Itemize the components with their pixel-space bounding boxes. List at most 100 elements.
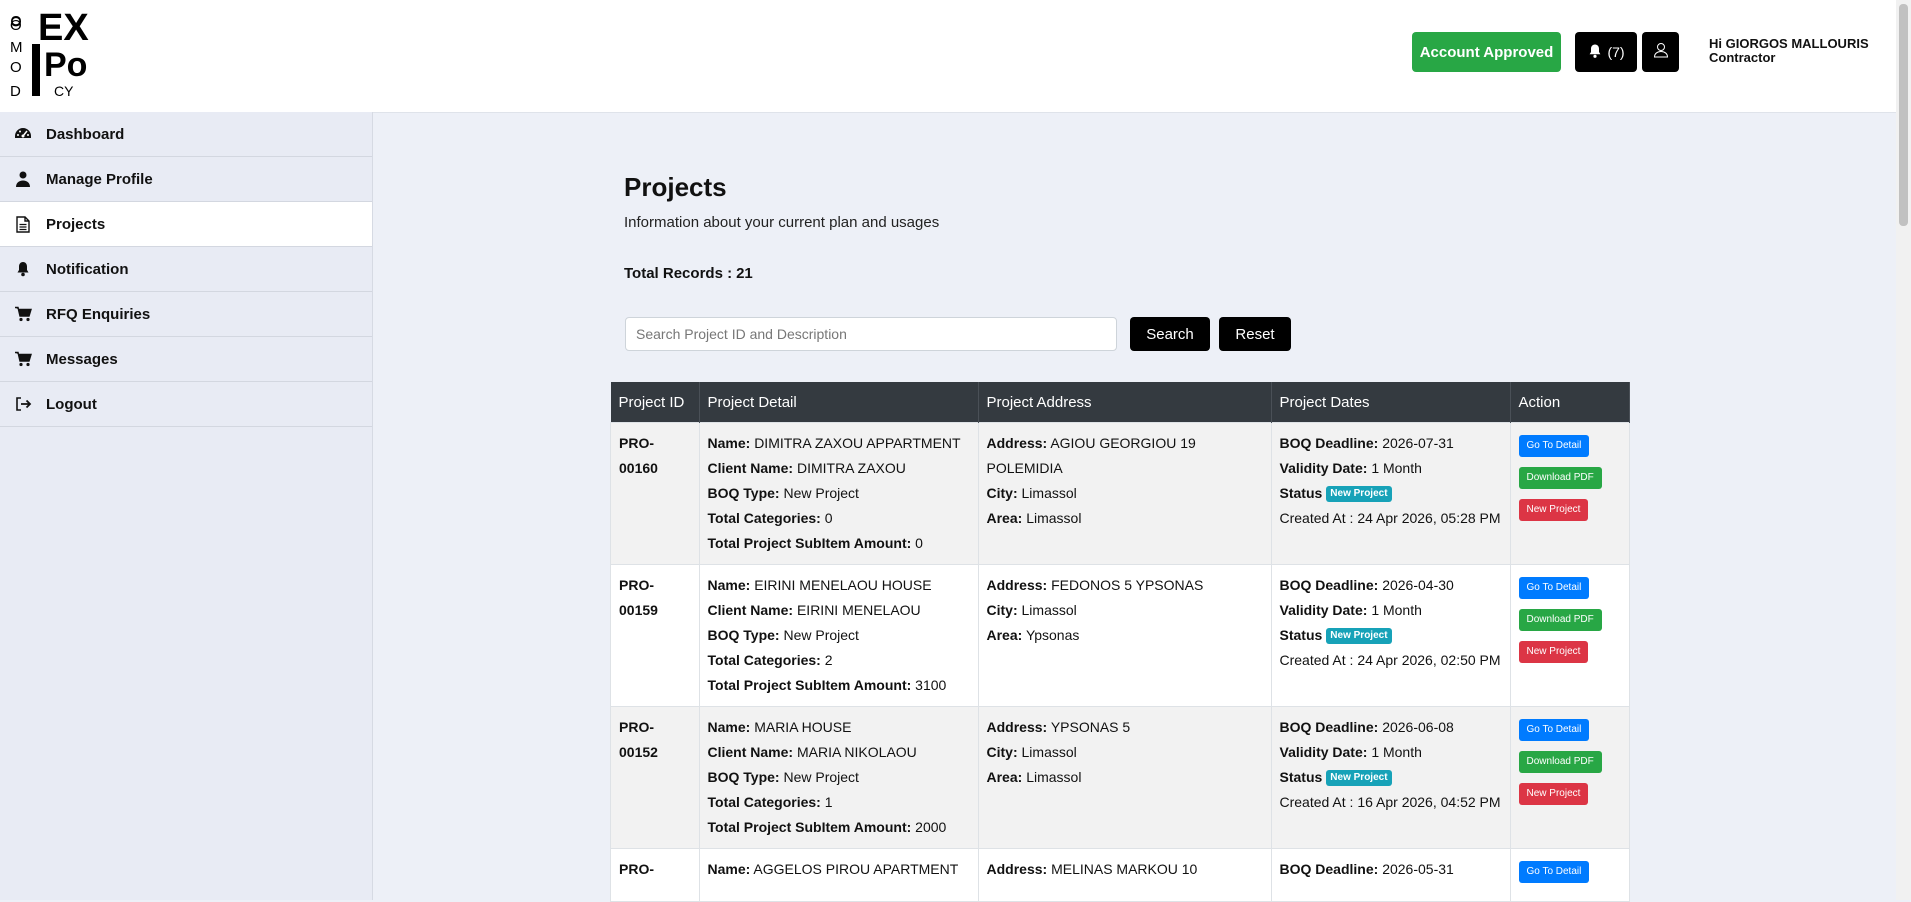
subitem-amount: 0: [915, 535, 923, 551]
project-address-cell: Address: MELINAS MARKOU 10: [977, 848, 1272, 902]
project-dates-cell: BOQ Deadline: 2026-04-30 Validity Date: …: [1270, 564, 1511, 707]
user-info: Hi GIORGOS MALLOURIS Contractor: [1709, 37, 1869, 65]
action-cell: Go To Detail Download PDF New Project: [1509, 564, 1630, 707]
sidebar-item-messages[interactable]: Messages: [0, 337, 372, 382]
top-header: O O M O D EX Po CY Account Approved (7) …: [0, 0, 1911, 113]
user-icon: [1652, 41, 1670, 64]
total-categories: 1: [824, 794, 833, 810]
sidebar-item-label: Logout: [46, 395, 97, 413]
search-input[interactable]: [625, 317, 1117, 351]
project-detail-cell: Name: EIRINI MENELAOU HOUSE Client Name:…: [698, 564, 979, 707]
project-name: AGGELOS PIROU APARTMENT: [753, 861, 959, 877]
label: Client Name:: [707, 460, 794, 476]
sidebar: Dashboard Manage Profile Projects Notifi…: [0, 112, 373, 900]
reset-button[interactable]: Reset: [1219, 317, 1291, 351]
project-name: MARIA HOUSE: [754, 719, 852, 735]
sidebar-item-manage-profile[interactable]: Manage Profile: [0, 157, 372, 202]
label: Created At :: [1279, 652, 1354, 668]
address: FEDONOS 5 YPSONAS: [1051, 577, 1204, 593]
client-name: MARIA NIKOLAOU: [796, 744, 917, 760]
table-row: PRO-00160 Name: DIMITRA ZAXOU APPARTMENT…: [610, 422, 1630, 565]
action-cell: Go To Detail Download PDF New Project: [1509, 706, 1630, 849]
project-name: EIRINI MENELAOU HOUSE: [754, 577, 932, 593]
project-address-cell: Address: FEDONOS 5 YPSONAS City: Limasso…: [977, 564, 1272, 707]
total-categories: 2: [824, 652, 833, 668]
validity-date: 1 Month: [1371, 744, 1422, 760]
total-records-label: Total Records :: [624, 265, 733, 282]
sidebar-item-dashboard[interactable]: Dashboard: [0, 112, 372, 157]
project-address-cell: Address: AGIOU GEORGIOU 19 POLEMIDIA Cit…: [977, 422, 1272, 565]
go-to-detail-button[interactable]: Go To Detail: [1518, 435, 1590, 457]
label: Address:: [986, 861, 1048, 877]
go-to-detail-button[interactable]: Go To Detail: [1518, 861, 1590, 883]
page-subtitle: Information about your current plan and …: [624, 214, 940, 231]
download-pdf-button[interactable]: Download PDF: [1518, 609, 1602, 631]
project-name: DIMITRA ZAXOU APPARTMENT: [754, 435, 961, 451]
label: Area:: [986, 769, 1023, 785]
label: Total Project SubItem Amount:: [707, 535, 912, 551]
city: Limassol: [1021, 602, 1077, 618]
project-detail-cell: Name: AGGELOS PIROU APARTMENT: [698, 848, 979, 902]
user-menu-button[interactable]: [1642, 32, 1679, 72]
label: Total Categories:: [707, 510, 821, 526]
cart-icon: [14, 350, 32, 368]
action-cell: Go To Detail Download PDF New Project: [1509, 422, 1630, 565]
total-records: Total Records :21: [624, 265, 753, 282]
sidebar-item-label: Dashboard: [46, 125, 125, 143]
page-scrollbar[interactable]: [1896, 0, 1911, 900]
user-icon: [14, 170, 32, 188]
go-to-detail-button[interactable]: Go To Detail: [1518, 719, 1590, 741]
label: Status: [1279, 627, 1323, 643]
domo-expo-logo[interactable]: O O M O D EX Po CY: [8, 4, 108, 100]
project-dates-cell: BOQ Deadline: 2026-07-31 Validity Date: …: [1270, 422, 1511, 565]
project-id-cell: PRO-00152: [610, 706, 700, 849]
boq-type: New Project: [783, 769, 859, 785]
subitem-amount: 3100: [915, 677, 947, 693]
cart-icon: [14, 305, 32, 323]
created-at: 16 Apr 2026, 04:52 PM: [1357, 794, 1501, 810]
label: City:: [986, 602, 1018, 618]
column-header-project-address: Project Address: [978, 382, 1272, 423]
project-id-cell: PRO-00159: [610, 564, 700, 707]
new-project-button[interactable]: New Project: [1518, 783, 1589, 805]
label: Name:: [707, 435, 751, 451]
new-project-button[interactable]: New Project: [1518, 499, 1589, 521]
svg-text:EX: EX: [38, 7, 89, 49]
area: Ypsonas: [1025, 627, 1080, 643]
label: City:: [986, 744, 1018, 760]
user-greeting: Hi GIORGOS MALLOURIS: [1709, 36, 1869, 51]
sidebar-item-projects[interactable]: Projects: [0, 202, 372, 247]
notification-button[interactable]: (7): [1575, 32, 1637, 72]
sidebar-item-logout[interactable]: Logout: [0, 382, 372, 427]
status-badge: New Project: [1326, 770, 1392, 787]
city: Limassol: [1021, 485, 1077, 501]
notification-count: (7): [1607, 44, 1625, 60]
label: Total Project SubItem Amount:: [707, 677, 912, 693]
boq-deadline: 2026-04-30: [1382, 577, 1454, 593]
svg-text:O: O: [10, 17, 22, 34]
column-header-action: Action: [1510, 382, 1630, 423]
download-pdf-button[interactable]: Download PDF: [1518, 467, 1602, 489]
label: Created At :: [1279, 510, 1354, 526]
label: Address:: [986, 435, 1048, 451]
validity-date: 1 Month: [1371, 602, 1422, 618]
document-icon: [14, 215, 32, 233]
boq-type: New Project: [783, 485, 859, 501]
label: Validity Date:: [1279, 460, 1368, 476]
scrollbar-thumb[interactable]: [1899, 4, 1908, 226]
label: BOQ Type:: [707, 627, 780, 643]
svg-text:M: M: [10, 39, 23, 56]
svg-text:CY: CY: [54, 83, 74, 99]
label: Total Categories:: [707, 794, 821, 810]
search-button[interactable]: Search: [1130, 317, 1210, 351]
new-project-button[interactable]: New Project: [1518, 641, 1589, 663]
account-approved-badge[interactable]: Account Approved: [1412, 32, 1561, 72]
dashboard-icon: [14, 125, 32, 143]
city: Limassol: [1021, 744, 1077, 760]
boq-deadline: 2026-07-31: [1382, 435, 1454, 451]
sidebar-item-rfq-enquiries[interactable]: RFQ Enquiries: [0, 292, 372, 337]
download-pdf-button[interactable]: Download PDF: [1518, 751, 1602, 773]
sidebar-item-label: Projects: [46, 215, 106, 233]
go-to-detail-button[interactable]: Go To Detail: [1518, 577, 1590, 599]
sidebar-item-notification[interactable]: Notification: [0, 247, 372, 292]
